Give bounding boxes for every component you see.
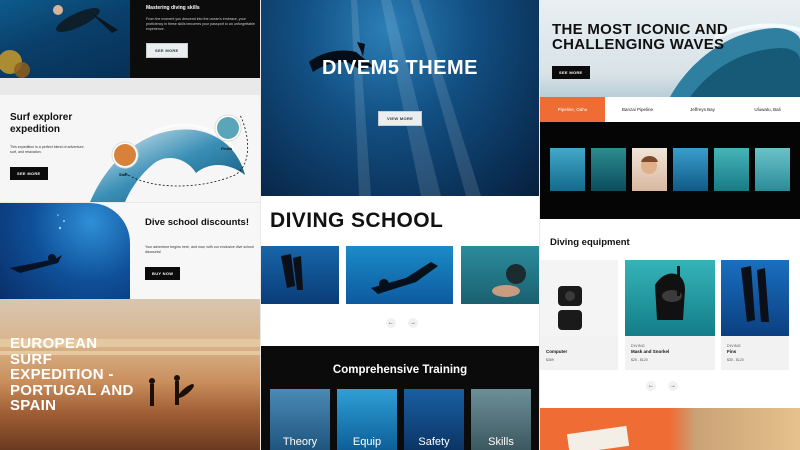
surf-title: Surf explorer expedition xyxy=(10,112,73,135)
product-card-mask-snorkel[interactable]: DIVING Mask and Snorkel $25 - $120 xyxy=(625,260,715,370)
start-label: Start xyxy=(119,173,128,177)
hero-title: DIVEM5 THEME xyxy=(321,57,479,79)
view-more-button[interactable]: VIEW MORE xyxy=(378,111,423,126)
theme-showcase: Mastering diving skills From the moment … xyxy=(0,0,800,450)
gallery-image[interactable] xyxy=(550,148,585,191)
school-carousel-nav: ← → xyxy=(386,318,418,328)
next-arrow-icon[interactable]: → xyxy=(668,381,678,391)
right-column: THE MOST ICONIC AND CHALLENGING WAVES SE… xyxy=(540,0,800,450)
discount-text: Your adventure begins here, and now, wit… xyxy=(145,245,254,254)
european-surf-section: EUROPEAN SURF EXPEDITION - PORTUGAL AND … xyxy=(0,299,260,450)
tab-uluwatu-bali[interactable]: Uluwatu, Bali xyxy=(735,97,800,122)
middle-column: DIVEM5 THEME VIEW MORE DIVING SCHOOL ← → xyxy=(261,0,539,450)
school-carousel xyxy=(261,246,539,304)
training-section: Comprehensive Training Theory Equip Safe… xyxy=(261,346,539,450)
product-price: $30 - $120 xyxy=(727,358,744,362)
product-price: $369 xyxy=(546,358,554,362)
training-card-equip[interactable]: Equip xyxy=(337,389,397,450)
skills-text: From the moment you descend into the oce… xyxy=(146,17,255,31)
diving-equipment-section: Diving equipment Computer $369 DIVING Ma… xyxy=(540,219,800,408)
snorkel-photo[interactable] xyxy=(461,246,539,304)
training-title: Comprehensive Training xyxy=(332,364,468,376)
gallery-image[interactable] xyxy=(673,148,708,191)
bottom-promo-section xyxy=(540,408,800,450)
underwater-hero-photo xyxy=(309,0,481,196)
product-name: Computer xyxy=(546,349,568,354)
surf-see-more-button[interactable]: SEE MORE xyxy=(10,167,48,180)
gallery-image[interactable] xyxy=(632,148,667,191)
prev-arrow-icon[interactable]: ← xyxy=(646,381,656,391)
diving-school-title: DIVING SCHOOL xyxy=(270,209,444,232)
product-name: Mask and Snorkel xyxy=(631,349,670,354)
tab-jeffreys-bay[interactable]: Jeffreys Bay xyxy=(670,97,735,122)
surfboard-photo xyxy=(566,425,630,450)
mask-snorkel-photo xyxy=(625,260,715,336)
tab-pipeline-oahu[interactable]: Pipeline, Oahu xyxy=(540,97,605,122)
training-card-safety[interactable]: Safety xyxy=(404,389,464,450)
finish-label: Finish xyxy=(221,147,233,151)
training-card-label: Safety xyxy=(418,436,450,448)
equipment-carousel-nav: ← → xyxy=(646,381,678,391)
dive-computer-photo xyxy=(540,260,618,336)
scuba-diver-photo xyxy=(0,203,130,299)
fins-product-photo xyxy=(721,260,789,336)
fins-photo[interactable] xyxy=(261,246,339,304)
skills-title: Mastering diving skills xyxy=(146,5,200,11)
product-category: DIVING xyxy=(727,344,741,348)
equipment-title: Diving equipment xyxy=(550,237,630,248)
prev-arrow-icon[interactable]: ← xyxy=(386,318,396,328)
training-card-label: Skills xyxy=(488,436,514,448)
left-column: Mastering diving skills From the moment … xyxy=(0,0,260,450)
discount-section: Dive school discounts! Your adventure be… xyxy=(0,203,260,299)
product-card-fins[interactable]: DIVING Fins $30 - $120 xyxy=(721,260,789,370)
waves-title: THE MOST ICONIC AND CHALLENGING WAVES xyxy=(552,21,728,53)
euro-expedition-title: EUROPEAN SURF EXPEDITION - PORTUGAL AND … xyxy=(10,335,134,414)
gallery-image[interactable] xyxy=(755,148,790,191)
product-category: DIVING xyxy=(631,344,645,348)
surf-expedition-section: Surf explorer expedition This expedition… xyxy=(0,95,260,202)
waves-tabs: Pipeline, Oahu Banzai Pipeline Jeffreys … xyxy=(540,97,800,122)
waves-see-more-button[interactable]: SEE MORE xyxy=(552,66,590,79)
tab-banzai-pipeline[interactable]: Banzai Pipeline xyxy=(605,97,670,122)
buy-now-button[interactable]: BUY NOW xyxy=(145,267,181,280)
surf-gallery xyxy=(540,122,800,219)
training-card-theory[interactable]: Theory xyxy=(270,389,330,450)
surf-text: This expedition is a perfect blend of ad… xyxy=(10,145,85,154)
discount-title: Dive school discounts! xyxy=(145,217,249,228)
product-price: $25 - $120 xyxy=(631,358,648,362)
diver-underwater-photo[interactable] xyxy=(346,246,453,304)
skills-see-more-button[interactable]: SEE MORE xyxy=(146,43,188,58)
gallery-image[interactable] xyxy=(714,148,749,191)
next-arrow-icon[interactable]: → xyxy=(408,318,418,328)
diving-school-section: DIVING SCHOOL ← → xyxy=(261,196,539,346)
iconic-waves-section: THE MOST ICONIC AND CHALLENGING WAVES SE… xyxy=(540,0,800,122)
hero-section: DIVEM5 THEME VIEW MORE xyxy=(261,0,539,196)
training-card-label: Equip xyxy=(352,436,382,448)
product-name: Fins xyxy=(727,349,737,354)
gallery-image[interactable] xyxy=(591,148,626,191)
training-card-skills[interactable]: Skills xyxy=(471,389,531,450)
diver-photo xyxy=(0,0,130,78)
product-card-computer[interactable]: Computer $369 xyxy=(540,260,618,370)
diving-skills-section: Mastering diving skills From the moment … xyxy=(0,0,260,78)
training-card-label: Theory xyxy=(282,436,318,448)
